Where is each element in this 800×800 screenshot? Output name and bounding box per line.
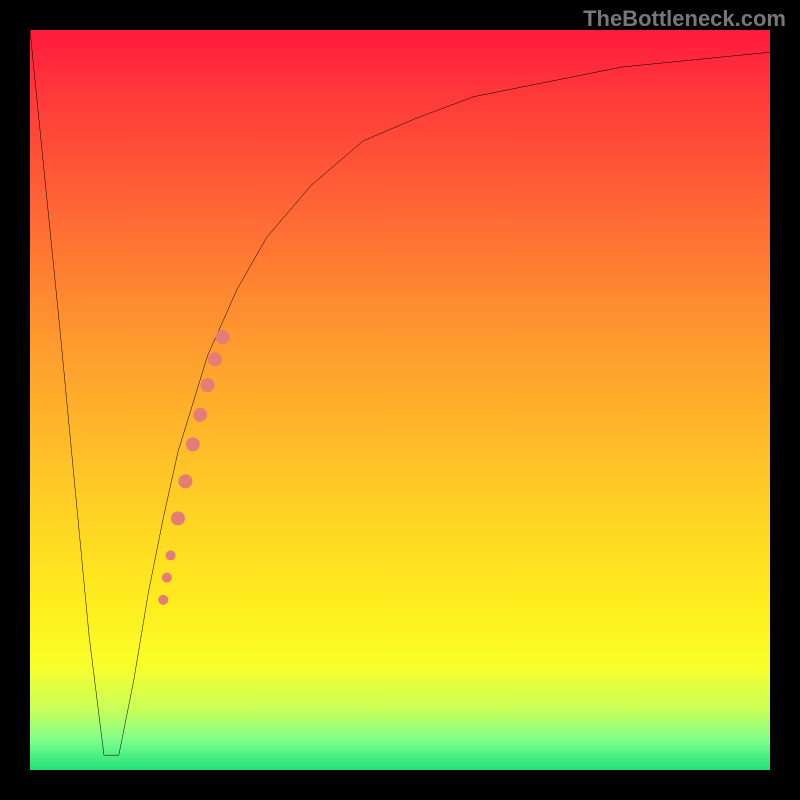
highlight-dot	[186, 437, 200, 451]
highlight-dot	[171, 511, 185, 525]
highlight-dot	[201, 378, 215, 392]
highlight-dot	[208, 352, 222, 366]
chart-outer: TheBottleneck.com	[0, 0, 800, 800]
bottleneck-curve	[30, 30, 770, 755]
highlight-dot	[162, 573, 172, 583]
plot-area	[30, 30, 770, 770]
watermark-text: TheBottleneck.com	[583, 6, 786, 32]
highlight-dot	[158, 595, 168, 605]
highlight-dot	[215, 330, 229, 344]
highlight-dot	[193, 408, 207, 422]
pink-segment	[158, 330, 229, 605]
curve-svg	[30, 30, 770, 770]
highlight-dot	[178, 474, 192, 488]
highlight-dot	[166, 550, 176, 560]
